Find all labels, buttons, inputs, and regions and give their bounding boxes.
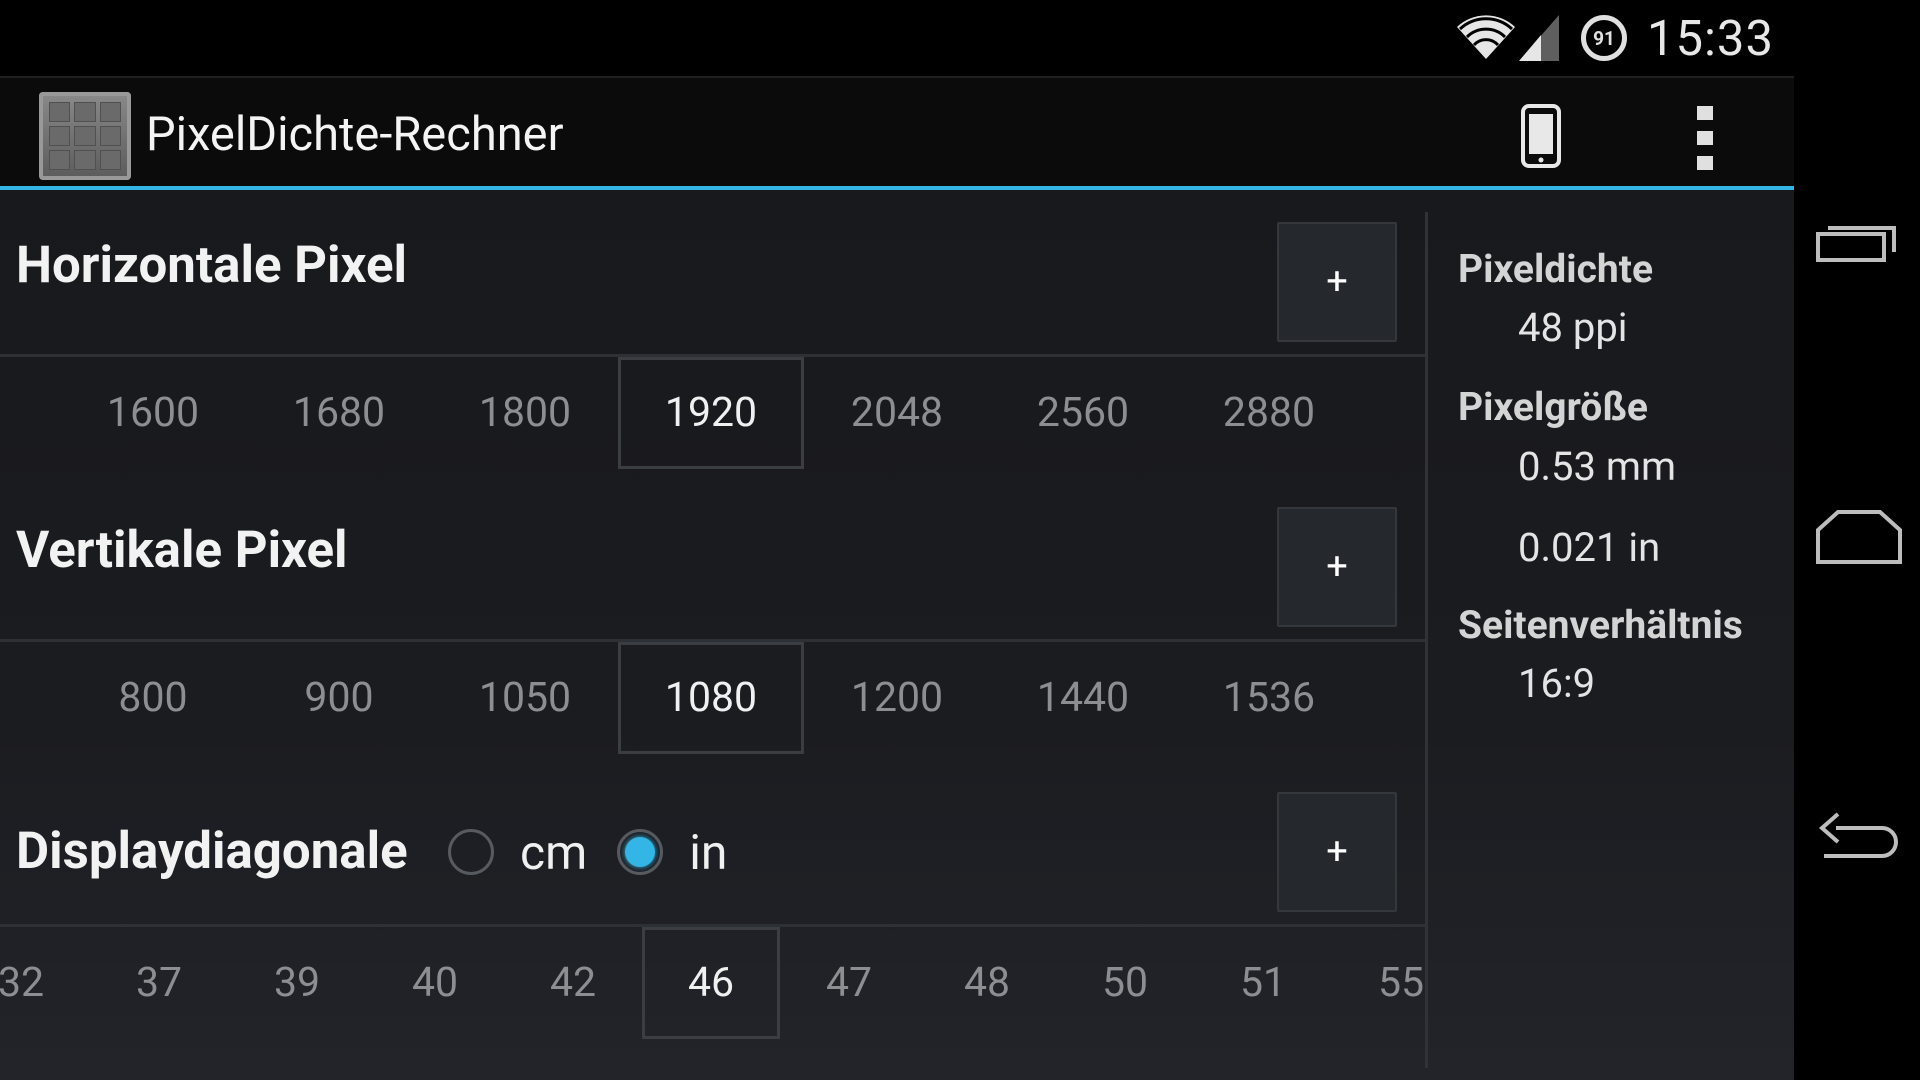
unit-in-label[interactable]: in [689, 824, 727, 881]
results-pane: Pixeldichte 48 ppi Pixelgröße 0.53 mm 0.… [1430, 190, 1794, 1080]
picker-item[interactable]: 39 [228, 927, 366, 1039]
aspect-ratio-value: 16:9 [1518, 660, 1596, 707]
picker-item[interactable]: 37 [90, 927, 228, 1039]
pixel-size-mm-value: 0.53 mm [1518, 443, 1677, 490]
main-content: Horizontale Pixel + 01600168018001920204… [0, 190, 1794, 1080]
input-pane: Horizontale Pixel + 01600168018001920204… [0, 190, 1425, 1080]
pixel-size-in-value: 0.021 in [1518, 524, 1661, 571]
vertical-add-button[interactable]: + [1277, 507, 1397, 627]
overflow-menu-icon[interactable] [1697, 106, 1713, 170]
diagonal-section-header: Displaydiagonale cm in + [0, 792, 1425, 912]
app-grid-icon[interactable] [39, 92, 131, 180]
diagonal-picker[interactable]: 32 37 39 40 42 46 47 48 50 51 55 [0, 927, 1425, 1039]
picker-item[interactable]: 2048 [804, 357, 990, 469]
picker-item[interactable]: 1600 [60, 357, 246, 469]
wifi-icon [1456, 15, 1515, 59]
diagonal-title: Displaydiagonale [16, 822, 408, 881]
picker-item-selected[interactable]: 1920 [618, 357, 804, 469]
picker-item[interactable]: 1050 [432, 642, 618, 754]
picker-item[interactable]: 2880 [1176, 357, 1362, 469]
clock: 15:33 [1646, 9, 1774, 67]
status-icons: 91 15:33 [1456, 0, 1774, 76]
picker-item[interactable]: 768 [0, 642, 60, 754]
back-icon[interactable] [1816, 808, 1902, 868]
unit-radio-group: cm in [448, 792, 757, 912]
picker-item[interactable]: 1680 [246, 357, 432, 469]
picker-item[interactable]: 48 [918, 927, 1056, 1039]
pixel-size-label: Pixelgröße [1458, 384, 1648, 430]
picker-item[interactable]: 2560 [990, 357, 1176, 469]
battery-level: 91 [1587, 22, 1620, 54]
picker-item[interactable]: 800 [60, 642, 246, 754]
vertical-section-header: Vertikale Pixel + [0, 507, 1425, 627]
picker-item[interactable]: 1 [1362, 642, 1425, 754]
picker-item[interactable]: 42 [504, 927, 642, 1039]
picker-item[interactable]: 1200 [804, 642, 990, 754]
diagonal-add-button[interactable]: + [1277, 792, 1397, 912]
action-bar: PixelDichte-Rechner [0, 76, 1794, 192]
picker-item[interactable]: 50 [1056, 927, 1194, 1039]
device-phone-icon[interactable] [1521, 104, 1561, 168]
app-title: PixelDichte-Rechner [146, 107, 564, 162]
signal-icon [1518, 15, 1559, 61]
picker-item[interactable]: 47 [780, 927, 918, 1039]
picker-item[interactable]: 55 [1332, 927, 1425, 1039]
unit-in-radio[interactable] [617, 829, 664, 875]
picker-item-selected[interactable]: 46 [642, 927, 780, 1039]
battery-icon: 91 [1580, 15, 1627, 61]
unit-cm-radio[interactable] [448, 829, 494, 875]
pane-divider [1425, 212, 1428, 1068]
picker-item[interactable]: 1440 [990, 642, 1176, 754]
picker-item[interactable]: 32 [0, 927, 90, 1039]
picker-item[interactable]: 3 [1362, 357, 1425, 469]
status-bar: 91 15:33 [0, 0, 1794, 76]
home-icon[interactable] [1816, 506, 1902, 566]
picker-item[interactable]: 40 [366, 927, 504, 1039]
picker-item[interactable]: 1800 [432, 357, 618, 469]
pixel-density-label: Pixeldichte [1458, 246, 1653, 292]
picker-item[interactable]: 0 [0, 357, 60, 469]
vertical-picker[interactable]: 768800900105010801200144015361 [0, 642, 1425, 754]
unit-cm-label[interactable]: cm [520, 824, 587, 881]
picker-item[interactable]: 900 [246, 642, 432, 754]
navigation-bar [1794, 0, 1920, 1080]
horizontal-title: Horizontale Pixel [16, 236, 408, 295]
horizontal-section-header: Horizontale Pixel + [0, 222, 1425, 342]
picker-item-selected[interactable]: 1080 [618, 642, 804, 754]
recent-apps-icon[interactable] [1816, 212, 1902, 272]
horizontal-picker[interactable]: 016001680180019202048256028803 [0, 357, 1425, 469]
vertical-title: Vertikale Pixel [16, 521, 348, 580]
horizontal-add-button[interactable]: + [1277, 222, 1397, 342]
picker-item[interactable]: 1536 [1176, 642, 1362, 754]
pixel-density-value: 48 ppi [1518, 304, 1628, 351]
aspect-ratio-label: Seitenverhältnis [1458, 602, 1743, 648]
picker-item[interactable]: 51 [1194, 927, 1332, 1039]
